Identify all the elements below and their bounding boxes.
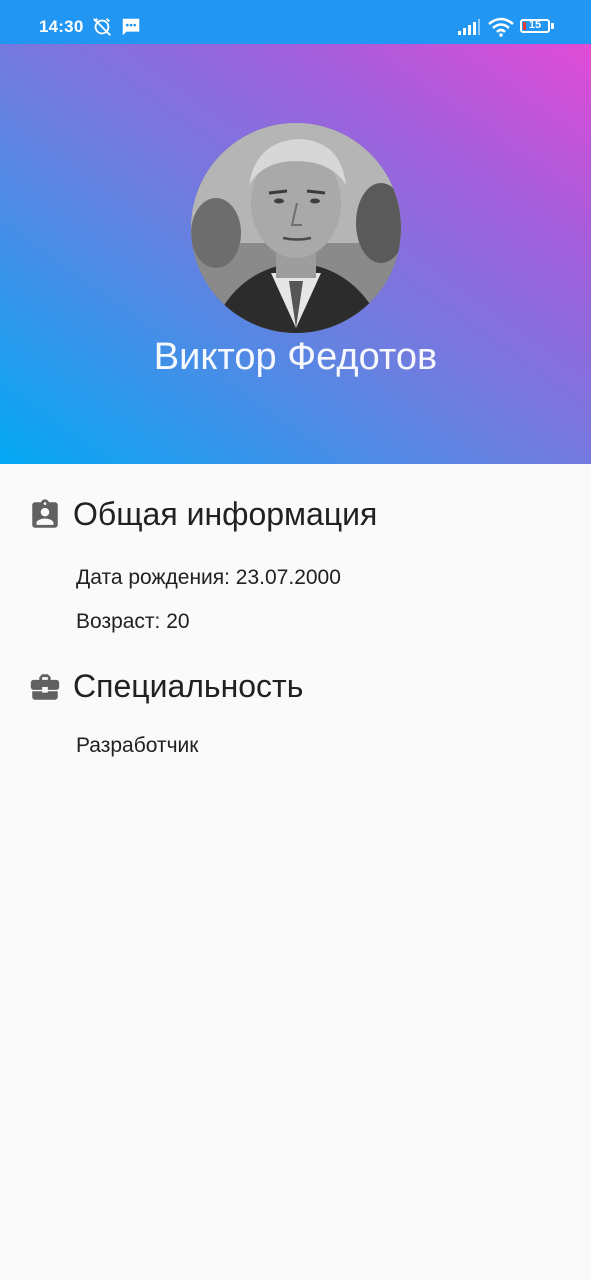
battery-level: 15	[528, 19, 542, 31]
signal-icon	[458, 19, 480, 35]
general-info-title: Общая информация	[73, 496, 378, 532]
profile-name: Виктор Федотов	[153, 336, 438, 378]
avatar-photo	[191, 123, 401, 333]
wifi-icon	[488, 17, 514, 37]
battery-icon: 15	[520, 19, 550, 33]
age-text: Возраст: 20	[76, 610, 190, 633]
battery-tip	[551, 23, 554, 29]
avatar[interactable]	[191, 123, 401, 333]
status-time: 14:30	[39, 17, 84, 36]
specialty-value: Разработчик	[76, 734, 199, 757]
birth-date-text: Дата рождения: 23.07.2000	[76, 566, 341, 589]
message-icon	[122, 18, 140, 36]
alarm-off-icon	[93, 18, 111, 36]
specialty-title: Специальность	[73, 668, 304, 704]
status-bar: 14:30 15	[0, 0, 591, 44]
briefcase-icon	[30, 674, 60, 700]
contact-badge-icon	[32, 499, 58, 528]
profile-header: Виктор Федотов	[0, 44, 591, 464]
